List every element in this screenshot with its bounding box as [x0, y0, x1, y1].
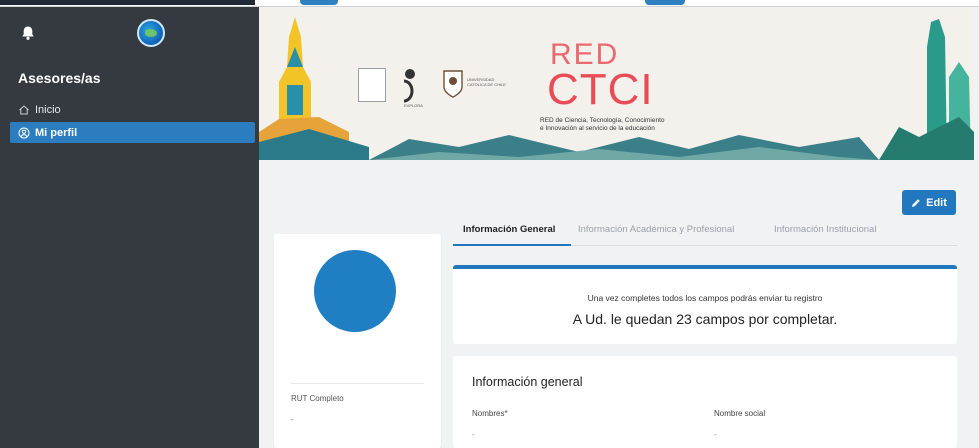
bell-icon[interactable]: [20, 25, 36, 41]
sidebar-role-title: Asesores/as: [18, 70, 101, 86]
profile-tabs: Información General Información Académic…: [453, 222, 957, 246]
edit-button-label: Edit: [926, 196, 947, 209]
edit-button[interactable]: Edit: [902, 190, 956, 215]
sidebar-item-mi-perfil[interactable]: Mi perfil: [10, 122, 255, 143]
explora-logo-icon: [403, 69, 415, 103]
general-info-title: Información general: [472, 375, 583, 389]
profile-card: RUT Completo -: [274, 234, 441, 448]
sidebar-item-label: Inicio: [35, 103, 61, 116]
university-logo-text: UNIVERSIDAD CATOLICA DE CHILE: [467, 77, 506, 87]
top-bar-blue-tab: [300, 0, 338, 5]
tab-informacion-institucional[interactable]: Información Institucional: [774, 224, 876, 235]
sidebar: Asesores/as Inicio Mi perfil: [0, 7, 259, 448]
ctci-subtitle-1: RED de Ciencia, Tecnología, Conocimiento: [540, 117, 665, 124]
top-bar-dark-segment: [0, 0, 255, 5]
top-bar-blue-tab-2: [645, 0, 685, 5]
rut-value: -: [291, 415, 294, 424]
ctci-subtitle-2: e Innovación al servicio de la educación: [540, 125, 655, 132]
sidebar-item-inicio[interactable]: Inicio: [10, 99, 255, 120]
tab-informacion-general[interactable]: Información General: [463, 224, 555, 235]
home-icon: [19, 104, 29, 114]
profile-divider: [291, 383, 424, 384]
user-circle-icon: [18, 127, 30, 138]
gobierno-logo: [358, 68, 386, 102]
rut-label: RUT Completo: [291, 394, 344, 403]
avatar-globe-icon[interactable]: [137, 19, 165, 47]
general-info-card: Información general Nombres* - Nombre so…: [453, 356, 957, 448]
active-tab-indicator: [453, 244, 571, 246]
sidebar-item-label: Mi perfil: [35, 126, 78, 139]
field-label-nombres: Nombres*: [472, 409, 508, 418]
field-label-nombre-social: Nombre social: [714, 409, 766, 418]
tab-informacion-academica[interactable]: Información Académica y Profesional: [578, 224, 734, 235]
field-value-nombres: -: [472, 430, 475, 439]
field-value-nombre-social: -: [714, 430, 717, 439]
explora-logo-text: EXPLORA: [404, 103, 423, 108]
browser-top-strip: [0, 0, 979, 7]
pencil-icon: [912, 198, 920, 207]
ctci-logo-label: CTCI: [547, 65, 654, 114]
notice-message: Una vez completes todos los campos podrá…: [587, 293, 823, 303]
header-banner: EXPLORA UNIVERSIDAD CATOLICA DE CHILE RE…: [259, 7, 974, 160]
completion-notice: Una vez completes todos los campos podrá…: [453, 265, 957, 344]
university-seal-icon: [443, 70, 463, 98]
notice-remaining-count: A Ud. le quedan 23 campos por completar.: [572, 311, 838, 327]
avatar[interactable]: [314, 250, 396, 332]
